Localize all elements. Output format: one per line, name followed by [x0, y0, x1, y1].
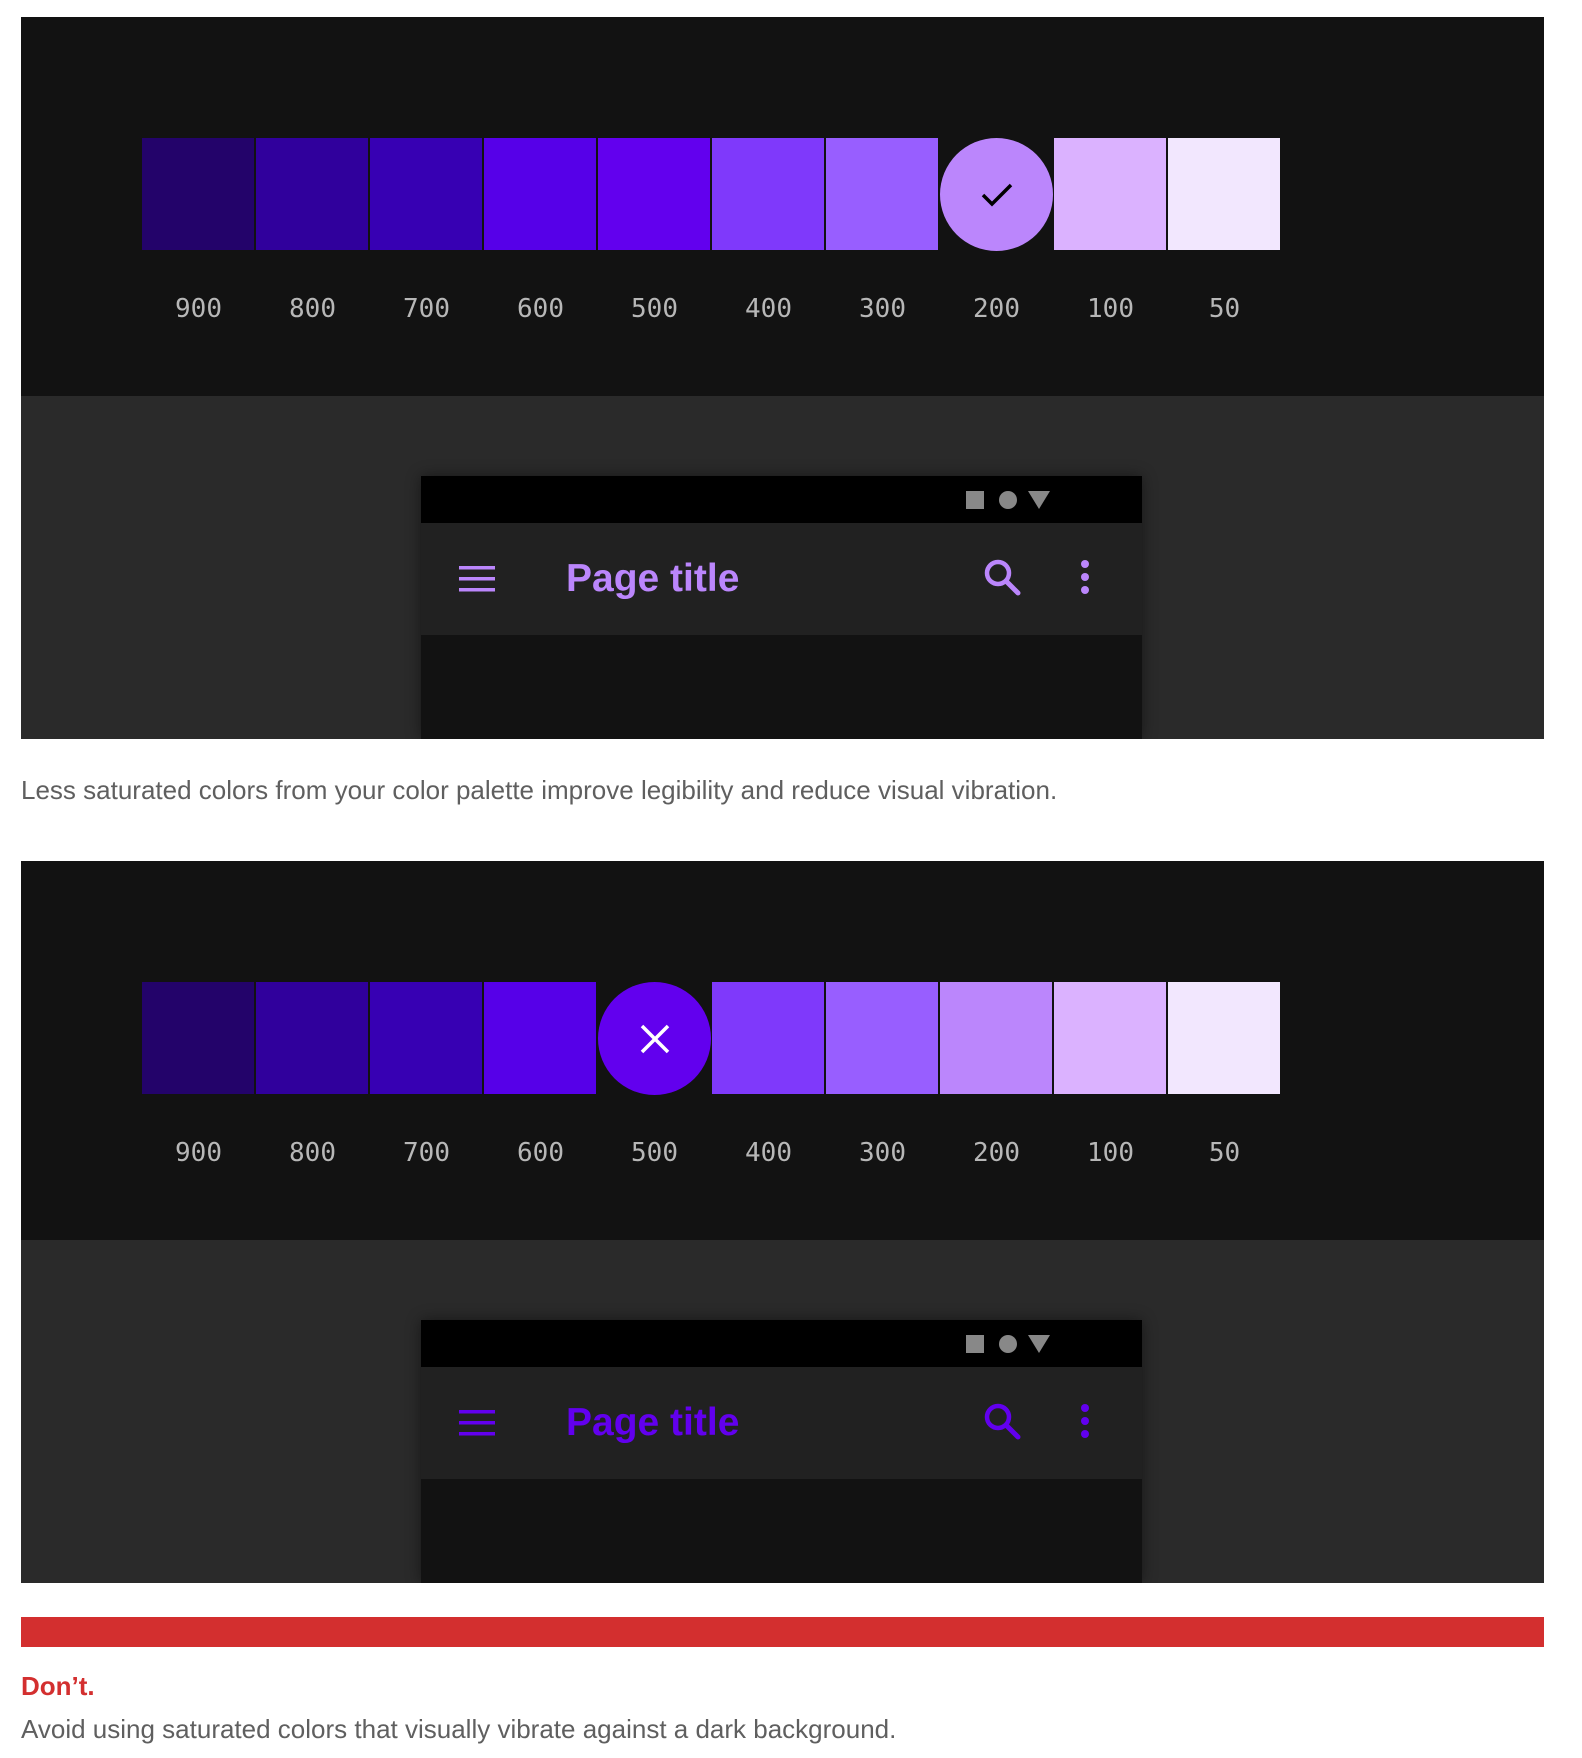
swatch-label-700: 700: [403, 294, 450, 324]
triangle-down-icon: [1028, 491, 1050, 509]
swatch-500: [598, 982, 711, 1095]
swatch-900: [142, 138, 254, 250]
swatch-200: [940, 138, 1053, 251]
dont-description: Avoid using saturated colors that visual…: [21, 1714, 897, 1744]
more-vert-icon: [1081, 560, 1089, 594]
page-title: Page title: [566, 1401, 740, 1444]
swatch-400: [712, 982, 824, 1094]
menu-button[interactable]: [447, 549, 507, 609]
menu-icon: [459, 566, 495, 592]
swatch-900: [142, 982, 254, 1094]
close-icon: [640, 1024, 669, 1053]
triangle-down-icon: [1028, 1335, 1050, 1353]
swatch-400: [712, 138, 824, 250]
search-icon: [984, 559, 1021, 596]
swatch-label-600: 600: [517, 1138, 564, 1168]
dont-indicator-bar: [21, 1617, 1544, 1647]
swatch-label-800: 800: [289, 1138, 336, 1168]
phone-content: [421, 1479, 1142, 1583]
swatch-600: [484, 982, 596, 1094]
swatch-label-400: 400: [745, 1138, 792, 1168]
swatch-label-100: 100: [1087, 294, 1134, 324]
swatch-label-50: 50: [1208, 1138, 1241, 1168]
swatch-50: [1168, 138, 1280, 250]
search-icon: [984, 1403, 1021, 1440]
menu-button[interactable]: [447, 1393, 507, 1453]
swatch-label-500: 500: [631, 294, 678, 324]
swatch-label-50: 50: [1208, 294, 1241, 324]
square-icon: [966, 491, 984, 509]
circle-icon: [999, 1335, 1017, 1353]
palette-area: 900 800 700 600 500 400 300 200 100 50: [21, 17, 1544, 396]
swatch-label-900: 900: [175, 294, 222, 324]
swatch-300: [826, 138, 938, 250]
more-vert-icon: [1081, 1404, 1089, 1438]
app-bar: Page title: [421, 523, 1142, 635]
swatch-label-400: 400: [745, 294, 792, 324]
swatch-label-500: 500: [631, 1138, 678, 1168]
check-icon: [981, 183, 1012, 206]
more-options-button[interactable]: [1055, 547, 1115, 607]
swatch-label-100: 100: [1087, 1138, 1134, 1168]
swatch-100: [1054, 138, 1166, 250]
swatch-200: [940, 982, 1052, 1094]
phone-content: [421, 635, 1142, 739]
search-button[interactable]: [972, 547, 1032, 607]
dont-title: Don’t.: [21, 1671, 95, 1701]
circle-icon: [999, 491, 1017, 509]
swatch-700: [370, 138, 482, 250]
swatch-100: [1054, 982, 1166, 1094]
app-bar: Page title: [421, 1367, 1142, 1479]
swatch-label-600: 600: [517, 294, 564, 324]
swatch-800: [256, 138, 368, 250]
swatch-label-700: 700: [403, 1138, 450, 1168]
more-options-button[interactable]: [1055, 1391, 1115, 1451]
palette-labels: 900 800 700 600 500 400 300 200 100 50: [142, 1138, 1424, 1168]
search-button[interactable]: [972, 1391, 1032, 1451]
swatch-800: [256, 982, 368, 1094]
palette-labels: 900 800 700 600 500 400 300 200 100 50: [142, 294, 1424, 324]
phone-mockup: Page title: [421, 1320, 1142, 1583]
swatch-label-300: 300: [859, 294, 906, 324]
swatch-label-200: 200: [973, 294, 1020, 324]
swatch-700: [370, 982, 482, 1094]
menu-icon: [459, 1410, 495, 1436]
swatch-label-800: 800: [289, 294, 336, 324]
figure-dont: 900 800 700 600 500 400 300 200 100 50 Page title: [21, 861, 1544, 1583]
caption-text: Less saturated colors from your color pa…: [21, 775, 1058, 805]
swatch-50: [1168, 982, 1280, 1094]
page-title: Page title: [566, 557, 740, 600]
status-bar: [421, 1320, 1142, 1367]
palette-swatches: [142, 982, 1424, 1109]
palette-swatches: [142, 138, 1424, 265]
swatch-label-200: 200: [973, 1138, 1020, 1168]
square-icon: [966, 1335, 984, 1353]
palette-area: 900 800 700 600 500 400 300 200 100 50: [21, 861, 1544, 1240]
swatch-600: [484, 138, 596, 250]
figure-do: 900 800 700 600 500 400 300 200 100 50 Page title: [21, 17, 1544, 739]
phone-mockup: Page title: [421, 476, 1142, 739]
swatch-500: [598, 138, 710, 250]
swatch-label-300: 300: [859, 1138, 906, 1168]
swatch-label-900: 900: [175, 1138, 222, 1168]
swatch-300: [826, 982, 938, 1094]
status-bar: [421, 476, 1142, 523]
